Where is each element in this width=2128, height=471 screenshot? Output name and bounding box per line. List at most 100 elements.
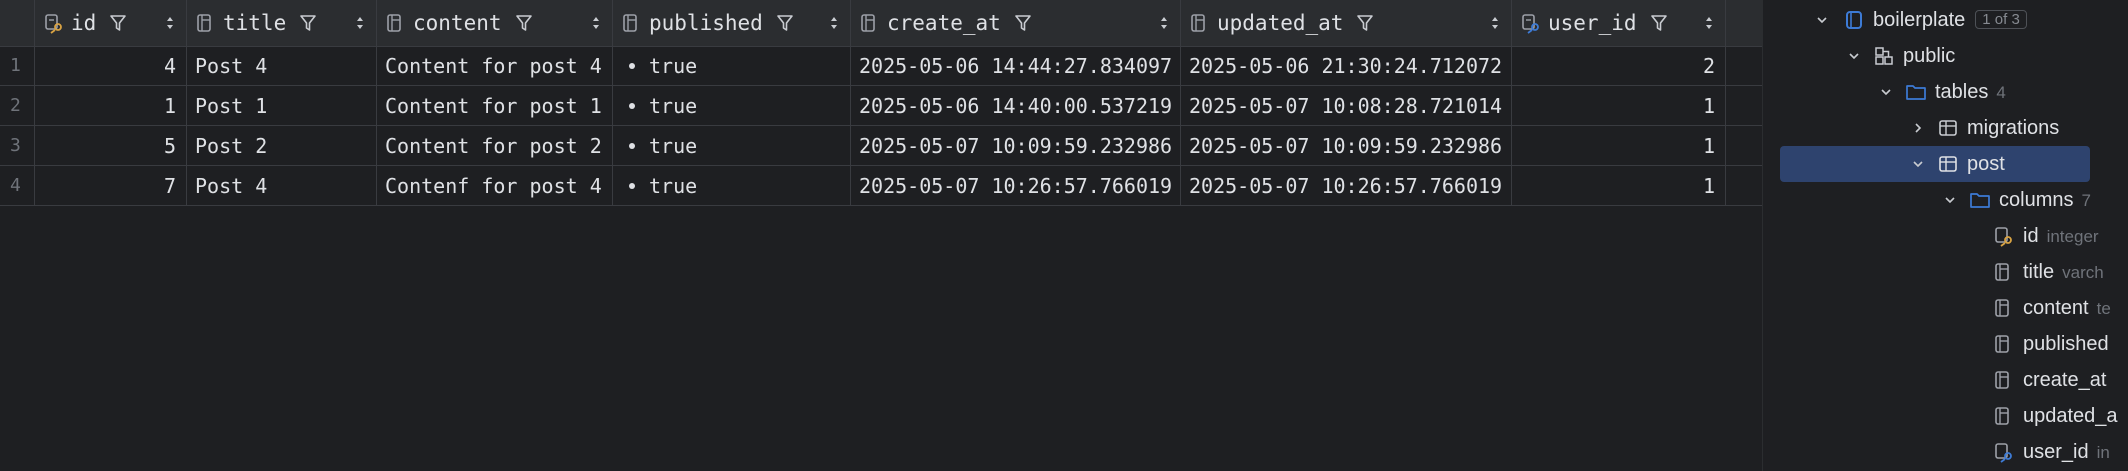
filter-icon[interactable]	[298, 13, 318, 33]
column-name: published	[2023, 333, 2109, 355]
tree-node-column-id[interactable]: id integer	[1763, 218, 2128, 254]
sort-icon[interactable]	[1158, 12, 1170, 34]
cell-content[interactable]: Content for post 2	[377, 126, 613, 166]
cell-user-id[interactable]: 2	[1512, 46, 1726, 86]
tree-node-column-user-id[interactable]: user_id in	[1763, 434, 2128, 470]
cell-content[interactable]: Content for post 4	[377, 46, 613, 86]
cell-published[interactable]: true	[613, 126, 851, 166]
column-name: id	[2023, 225, 2039, 247]
tree-node-column-content[interactable]: content te	[1763, 290, 2128, 326]
column-header-updated-at[interactable]: updated_at	[1181, 0, 1512, 46]
cell-user-id[interactable]: 1	[1512, 86, 1726, 126]
cell-user-id[interactable]: 1	[1512, 166, 1726, 206]
tree-node-column-title[interactable]: title varch	[1763, 254, 2128, 290]
cell-published[interactable]: true	[613, 86, 851, 126]
column-header-published[interactable]: published	[613, 0, 851, 46]
bullet-icon	[629, 142, 635, 149]
table-row[interactable]: 2 1 Post 1 Content for post 1 true 2025-…	[0, 86, 1762, 126]
cell-user-id[interactable]: 1	[1512, 126, 1726, 166]
table-row[interactable]: 1 4 Post 4 Content for post 4 true 2025-…	[0, 46, 1762, 86]
row-number: 3	[0, 126, 35, 166]
bullet-icon	[629, 62, 635, 69]
column-header-title[interactable]: title	[187, 0, 377, 46]
cell-id[interactable]: 4	[35, 46, 187, 86]
tree-node-column-updated-at[interactable]: updated_a	[1763, 398, 2128, 434]
bullet-icon	[629, 102, 635, 109]
column-name: user_id	[2023, 441, 2089, 463]
sort-icon[interactable]	[164, 12, 176, 34]
table-row[interactable]: 3 5 Post 2 Content for post 2 true 2025-…	[0, 126, 1762, 166]
filter-icon[interactable]	[775, 13, 795, 33]
cell-content[interactable]: Content for post 1	[377, 86, 613, 126]
foreign-key-column-icon	[1995, 443, 2012, 463]
cell-id[interactable]: 7	[35, 166, 187, 206]
cell-updated-at[interactable]: 2025-05-07 10:09:59.232986	[1181, 126, 1512, 166]
chevron-down-icon[interactable]	[1847, 49, 1861, 63]
chevron-down-icon[interactable]	[1911, 157, 1925, 171]
database-name: boilerplate	[1873, 9, 1966, 31]
tables-label: tables	[1935, 81, 1989, 103]
column-header-content[interactable]: content	[377, 0, 613, 46]
chevron-down-icon[interactable]	[1943, 193, 1957, 207]
cell-create-at[interactable]: 2025-05-06 14:40:00.537219	[851, 86, 1181, 126]
filter-icon[interactable]	[1649, 13, 1669, 33]
cell-updated-at[interactable]: 2025-05-07 10:26:57.766019	[1181, 166, 1512, 206]
schema-icon	[1875, 47, 1893, 65]
cell-updated-at[interactable]: 2025-05-06 21:30:24.712072	[1181, 46, 1512, 86]
sort-icon[interactable]	[1489, 12, 1501, 34]
column-type: in	[2096, 443, 2110, 462]
cell-id[interactable]: 5	[35, 126, 187, 166]
cell-published[interactable]: true	[613, 166, 851, 206]
cell-create-at[interactable]: 2025-05-07 10:26:57.766019	[851, 166, 1181, 206]
database-icon	[1846, 11, 1862, 29]
tree-node-migrations[interactable]: migrations	[1763, 110, 2128, 146]
row-number: 4	[0, 166, 35, 206]
table-icon	[1939, 156, 1957, 172]
chevron-down-icon[interactable]	[1879, 85, 1893, 99]
sort-icon[interactable]	[354, 12, 366, 34]
cell-title[interactable]: Post 1	[187, 86, 377, 126]
filter-icon[interactable]	[514, 13, 534, 33]
column-type: integer	[2046, 227, 2099, 246]
tree-node-post[interactable]: post	[1763, 146, 2128, 182]
tree-node-column-create-at[interactable]: create_at	[1763, 362, 2128, 398]
cell-updated-at[interactable]: 2025-05-07 10:08:28.721014	[1181, 86, 1512, 126]
cell-title[interactable]: Post 4	[187, 46, 377, 86]
cell-content[interactable]: Contenf for post 4	[377, 166, 613, 206]
tree-node-database[interactable]: boilerplate 1 of 3	[1763, 2, 2128, 38]
sort-icon[interactable]	[590, 12, 602, 34]
tree-node-schema[interactable]: public	[1763, 38, 2128, 74]
cell-create-at[interactable]: 2025-05-07 10:09:59.232986	[851, 126, 1181, 166]
tree-node-tables[interactable]: tables 4	[1763, 74, 2128, 110]
cell-published-value: true	[649, 94, 698, 118]
foreign-key-column-icon	[1522, 14, 1539, 34]
chevron-down-icon[interactable]	[1815, 13, 1829, 27]
primary-key-column-icon	[1995, 227, 2012, 247]
sort-icon[interactable]	[828, 12, 840, 34]
filter-icon[interactable]	[108, 13, 128, 33]
column-header-create-at[interactable]: create_at	[851, 0, 1181, 46]
row-number-header	[0, 0, 35, 46]
cell-published[interactable]: true	[613, 46, 851, 86]
cell-id[interactable]: 1	[35, 86, 187, 126]
cell-title[interactable]: Post 4	[187, 166, 377, 206]
column-icon	[1995, 371, 2009, 389]
cell-create-at[interactable]: 2025-05-06 14:44:27.834097	[851, 46, 1181, 86]
table-icon	[1939, 120, 1957, 136]
table-name: post	[1967, 153, 2005, 175]
tree-node-columns[interactable]: columns 7	[1763, 182, 2128, 218]
cell-title[interactable]: Post 2	[187, 126, 377, 166]
chevron-right-icon[interactable]	[1911, 121, 1925, 135]
filter-icon[interactable]	[1013, 13, 1033, 33]
column-header-id[interactable]: id	[35, 0, 187, 46]
column-icon	[623, 14, 637, 32]
filter-icon[interactable]	[1355, 13, 1375, 33]
sort-icon[interactable]	[1703, 12, 1715, 34]
table-row[interactable]: 4 7 Post 4 Contenf for post 4 true 2025-…	[0, 166, 1762, 206]
column-header-user-id[interactable]: user_id	[1512, 0, 1726, 46]
column-type: varch	[2062, 263, 2104, 282]
column-type: te	[2096, 299, 2111, 318]
column-name: user_id	[1548, 11, 1637, 35]
tree-node-column-published[interactable]: published	[1763, 326, 2128, 362]
column-name: updated_at	[1217, 11, 1344, 35]
